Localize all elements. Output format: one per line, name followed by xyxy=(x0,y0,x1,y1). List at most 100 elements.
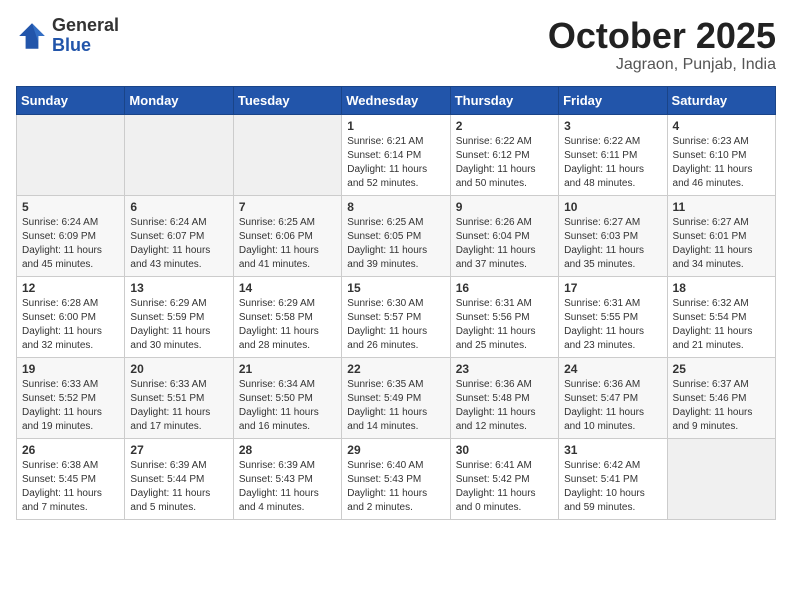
day-info: Sunrise: 6:22 AM Sunset: 6:12 PM Dayligh… xyxy=(456,135,553,191)
column-header-monday: Monday xyxy=(125,86,233,114)
calendar-cell: 16 Sunrise: 6:31 AM Sunset: 5:56 PM Dayli… xyxy=(450,276,558,357)
day-info: Sunrise: 6:22 AM Sunset: 6:11 PM Dayligh… xyxy=(564,135,661,191)
calendar-cell: 24Sunrise: 6:36 AM Sunset: 5:47 PM Dayli… xyxy=(559,357,667,438)
column-header-wednesday: Wednesday xyxy=(342,86,450,114)
day-info: Sunrise: 6:38 AM Sunset: 5:45 PM Dayligh… xyxy=(22,459,119,515)
day-number: 11 xyxy=(673,200,770,214)
month-title: October 2025 xyxy=(548,16,776,56)
day-number: 22 xyxy=(347,362,444,376)
calendar-cell: 9Sunrise: 6:26 AM Sunset: 6:04 PM Daylig… xyxy=(450,195,558,276)
day-number: 12 xyxy=(22,281,119,295)
day-number: 20 xyxy=(130,362,227,376)
day-info: Sunrise: 6:27 AM Sunset: 6:01 PM Dayligh… xyxy=(673,216,770,272)
calendar-week-1: 1 Sunrise: 6:21 AM Sunset: 6:14 PM Daylig… xyxy=(17,114,776,195)
day-number: 29 xyxy=(347,443,444,457)
day-info: Sunrise: 6:31 AM Sunset: 5:55 PM Dayligh… xyxy=(564,297,661,353)
day-number: 23 xyxy=(456,362,553,376)
day-number: 27 xyxy=(130,443,227,457)
day-info: Sunrise: 6:30 AM Sunset: 5:57 PM Dayligh… xyxy=(347,297,444,353)
day-info: Sunrise: 6:25 AM Sunset: 6:05 PM Dayligh… xyxy=(347,216,444,272)
calendar-cell: 14 Sunrise: 6:29 AM Sunset: 5:58 PM Dayli… xyxy=(233,276,341,357)
day-info: Sunrise: 6:24 AM Sunset: 6:07 PM Dayligh… xyxy=(130,216,227,272)
day-number: 21 xyxy=(239,362,336,376)
day-info: Sunrise: 6:27 AM Sunset: 6:03 PM Dayligh… xyxy=(564,216,661,272)
calendar-week-5: 26 Sunrise: 6:38 AM Sunset: 5:45 PM Dayli… xyxy=(17,438,776,519)
day-info: Sunrise: 6:23 AM Sunset: 6:10 PM Dayligh… xyxy=(673,135,770,191)
day-info: Sunrise: 6:41 AM Sunset: 5:42 PM Dayligh… xyxy=(456,459,553,515)
calendar-cell: 21 Sunrise: 6:34 AM Sunset: 5:50 PM Dayli… xyxy=(233,357,341,438)
day-number: 14 xyxy=(239,281,336,295)
calendar-table: SundayMondayTuesdayWednesdayThursdayFrid… xyxy=(16,86,776,520)
day-info: Sunrise: 6:37 AM Sunset: 5:46 PM Dayligh… xyxy=(673,378,770,434)
calendar-cell: 30 Sunrise: 6:41 AM Sunset: 5:42 PM Dayli… xyxy=(450,438,558,519)
day-number: 17 xyxy=(564,281,661,295)
calendar-cell: 29 Sunrise: 6:40 AM Sunset: 5:43 PM Dayli… xyxy=(342,438,450,519)
day-info: Sunrise: 6:40 AM Sunset: 5:43 PM Dayligh… xyxy=(347,459,444,515)
calendar-cell: 31 Sunrise: 6:42 AM Sunset: 5:41 PM Dayli… xyxy=(559,438,667,519)
day-info: Sunrise: 6:29 AM Sunset: 5:58 PM Dayligh… xyxy=(239,297,336,353)
day-info: Sunrise: 6:31 AM Sunset: 5:56 PM Dayligh… xyxy=(456,297,553,353)
day-info: Sunrise: 6:39 AM Sunset: 5:43 PM Dayligh… xyxy=(239,459,336,515)
logo-blue: Blue xyxy=(52,36,119,56)
calendar-cell: 10Sunrise: 6:27 AM Sunset: 6:03 PM Dayli… xyxy=(559,195,667,276)
day-info: Sunrise: 6:33 AM Sunset: 5:51 PM Dayligh… xyxy=(130,378,227,434)
day-number: 8 xyxy=(347,200,444,214)
day-number: 7 xyxy=(239,200,336,214)
calendar-header-row: SundayMondayTuesdayWednesdayThursdayFrid… xyxy=(17,86,776,114)
column-header-saturday: Saturday xyxy=(667,86,775,114)
day-number: 3 xyxy=(564,119,661,133)
calendar-cell: 1 Sunrise: 6:21 AM Sunset: 6:14 PM Daylig… xyxy=(342,114,450,195)
day-info: Sunrise: 6:39 AM Sunset: 5:44 PM Dayligh… xyxy=(130,459,227,515)
day-number: 28 xyxy=(239,443,336,457)
page-header: General Blue October 2025 Jagraon, Punja… xyxy=(16,16,776,74)
day-info: Sunrise: 6:32 AM Sunset: 5:54 PM Dayligh… xyxy=(673,297,770,353)
day-info: Sunrise: 6:26 AM Sunset: 6:04 PM Dayligh… xyxy=(456,216,553,272)
calendar-cell: 19 Sunrise: 6:33 AM Sunset: 5:52 PM Dayli… xyxy=(17,357,125,438)
calendar-week-2: 5 Sunrise: 6:24 AM Sunset: 6:09 PM Daylig… xyxy=(17,195,776,276)
calendar-cell: 3 Sunrise: 6:22 AM Sunset: 6:11 PM Daylig… xyxy=(559,114,667,195)
day-number: 31 xyxy=(564,443,661,457)
day-info: Sunrise: 6:25 AM Sunset: 6:06 PM Dayligh… xyxy=(239,216,336,272)
calendar-cell: 5 Sunrise: 6:24 AM Sunset: 6:09 PM Daylig… xyxy=(17,195,125,276)
day-number: 24 xyxy=(564,362,661,376)
calendar-cell: 28 Sunrise: 6:39 AM Sunset: 5:43 PM Dayli… xyxy=(233,438,341,519)
day-number: 26 xyxy=(22,443,119,457)
logo: General Blue xyxy=(16,16,119,56)
calendar-cell: 15Sunrise: 6:30 AM Sunset: 5:57 PM Dayli… xyxy=(342,276,450,357)
column-header-thursday: Thursday xyxy=(450,86,558,114)
calendar-cell: 27 Sunrise: 6:39 AM Sunset: 5:44 PM Dayli… xyxy=(125,438,233,519)
day-info: Sunrise: 6:34 AM Sunset: 5:50 PM Dayligh… xyxy=(239,378,336,434)
calendar-cell xyxy=(125,114,233,195)
calendar-week-3: 12 Sunrise: 6:28 AM Sunset: 6:00 PM Dayli… xyxy=(17,276,776,357)
day-info: Sunrise: 6:28 AM Sunset: 6:00 PM Dayligh… xyxy=(22,297,119,353)
day-info: Sunrise: 6:35 AM Sunset: 5:49 PM Dayligh… xyxy=(347,378,444,434)
calendar-cell: 22 Sunrise: 6:35 AM Sunset: 5:49 PM Dayli… xyxy=(342,357,450,438)
day-number: 18 xyxy=(673,281,770,295)
day-number: 30 xyxy=(456,443,553,457)
day-number: 5 xyxy=(22,200,119,214)
day-info: Sunrise: 6:21 AM Sunset: 6:14 PM Dayligh… xyxy=(347,135,444,191)
day-number: 1 xyxy=(347,119,444,133)
calendar-cell: 23 Sunrise: 6:36 AM Sunset: 5:48 PM Dayli… xyxy=(450,357,558,438)
day-number: 19 xyxy=(22,362,119,376)
title-block: October 2025 Jagraon, Punjab, India xyxy=(548,16,776,74)
logo-text: General Blue xyxy=(52,16,119,56)
column-header-friday: Friday xyxy=(559,86,667,114)
calendar-cell: 11 Sunrise: 6:27 AM Sunset: 6:01 PM Dayli… xyxy=(667,195,775,276)
day-number: 6 xyxy=(130,200,227,214)
day-number: 4 xyxy=(673,119,770,133)
day-number: 2 xyxy=(456,119,553,133)
column-header-tuesday: Tuesday xyxy=(233,86,341,114)
day-info: Sunrise: 6:42 AM Sunset: 5:41 PM Dayligh… xyxy=(564,459,661,515)
calendar-cell: 13Sunrise: 6:29 AM Sunset: 5:59 PM Dayli… xyxy=(125,276,233,357)
calendar-cell: 25Sunrise: 6:37 AM Sunset: 5:46 PM Dayli… xyxy=(667,357,775,438)
calendar-cell: 4 Sunrise: 6:23 AM Sunset: 6:10 PM Daylig… xyxy=(667,114,775,195)
calendar-cell: 7 Sunrise: 6:25 AM Sunset: 6:06 PM Daylig… xyxy=(233,195,341,276)
calendar-cell xyxy=(233,114,341,195)
calendar-cell: 2 Sunrise: 6:22 AM Sunset: 6:12 PM Daylig… xyxy=(450,114,558,195)
day-info: Sunrise: 6:24 AM Sunset: 6:09 PM Dayligh… xyxy=(22,216,119,272)
day-number: 13 xyxy=(130,281,227,295)
day-number: 16 xyxy=(456,281,553,295)
day-info: Sunrise: 6:36 AM Sunset: 5:48 PM Dayligh… xyxy=(456,378,553,434)
day-info: Sunrise: 6:33 AM Sunset: 5:52 PM Dayligh… xyxy=(22,378,119,434)
